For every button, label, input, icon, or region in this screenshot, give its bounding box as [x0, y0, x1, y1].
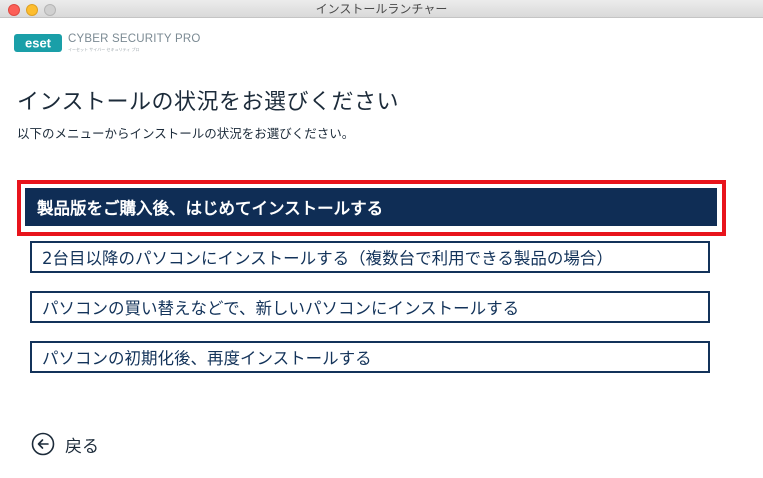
option-new-pc[interactable]: パソコンの買い替えなどで、新しいパソコンにインストールする: [30, 291, 710, 323]
install-options-list: 製品版をご購入後、はじめてインストールする 2台目以降のパソコンにインストールす…: [17, 180, 727, 380]
product-subtitle: イーセット サイバー セキュリティ プロ: [68, 46, 140, 52]
product-title: CYBER SECURITY PRO イーセット サイバー セキュリティ プロ: [68, 34, 200, 52]
option-additional-pc[interactable]: 2台目以降のパソコンにインストールする（複数台で利用できる製品の場合）: [30, 241, 710, 273]
option-label: 製品版をご購入後、はじめてインストールする: [37, 199, 384, 218]
installer-window: インストールランチャー eset CYBER SECURITY PRO イーセッ…: [0, 0, 763, 478]
arrow-left-circle-icon: [31, 432, 55, 456]
option-first-install[interactable]: 製品版をご購入後、はじめてインストールする: [25, 188, 717, 226]
option-label: パソコンの初期化後、再度インストールする: [42, 349, 372, 368]
eset-logo-text: eset: [25, 36, 52, 51]
title-bar[interactable]: インストールランチャー: [0, 0, 763, 18]
brand-header: eset CYBER SECURITY PRO イーセット サイバー セキュリテ…: [14, 33, 200, 53]
back-label: 戻る: [65, 436, 99, 457]
option-label: パソコンの買い替えなどで、新しいパソコンにインストールする: [42, 299, 520, 318]
page-subtitle: 以下のメニューからインストールの状況をお選びください。: [17, 126, 355, 141]
product-name: CYBER SECURITY PRO: [68, 33, 201, 46]
eset-logo: eset: [14, 34, 62, 52]
page-title: インストールの状況をお選びください: [17, 90, 400, 115]
window-title: インストールランチャー: [315, 2, 448, 16]
option-label: 2台目以降のパソコンにインストールする（複数台で利用できる製品の場合）: [42, 249, 613, 268]
option-reinstall-after-reset[interactable]: パソコンの初期化後、再度インストールする: [30, 341, 710, 373]
back-button[interactable]: 戻る: [31, 431, 99, 457]
